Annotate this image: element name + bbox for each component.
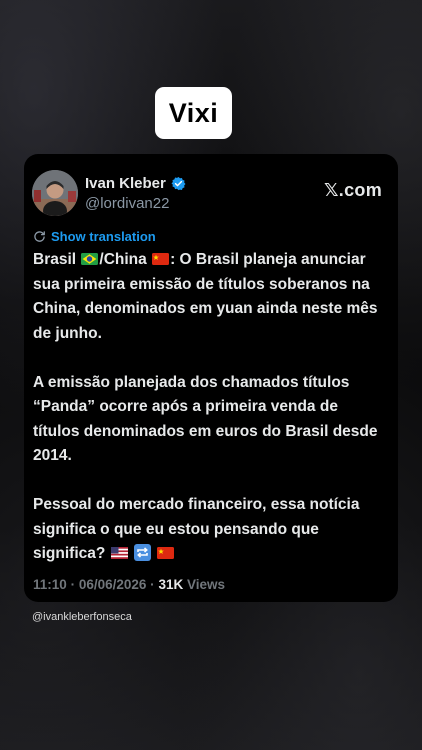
views-count: 31K: [158, 577, 184, 592]
meta-separator: ·: [150, 577, 155, 592]
source-label: 𝕏.com: [323, 180, 382, 200]
translate-icon: [34, 231, 45, 242]
avatar[interactable]: [32, 170, 78, 216]
tweet-paragraph-3: Pessoal do mercado financeiro, essa notí…: [33, 493, 388, 567]
tweet-text-part: Pessoal do mercado financeiro, essa notí…: [33, 496, 360, 562]
tweet-date[interactable]: 06/06/2026: [79, 577, 147, 592]
show-translation-link[interactable]: Show translation: [33, 229, 156, 244]
china-flag-icon: [152, 253, 170, 265]
vixi-badge-label: Vixi: [168, 97, 219, 128]
tweet-text: Brasil /China : O Brasil planeja anuncia…: [33, 248, 388, 567]
avatar-photo: [32, 170, 78, 216]
tweet-paragraph-1: Brasil /China : O Brasil planeja anuncia…: [33, 248, 388, 346]
tweet-time[interactable]: 11:10: [33, 577, 67, 592]
verified-icon: [171, 176, 186, 191]
watermark-handle: @ivankleberfonseca: [32, 611, 132, 623]
us-flag-icon: [110, 547, 128, 559]
tweet-meta: 11:10 · 06/06/2026 · 31K Views: [33, 577, 225, 592]
author-name[interactable]: Ivan Kleber: [85, 175, 166, 192]
views-label: Views: [186, 577, 225, 592]
meta-separator: ·: [70, 577, 76, 592]
tweet-text-part: /China: [99, 251, 147, 268]
repeat-emoji-icon: [133, 544, 151, 561]
show-translation-label: Show translation: [51, 229, 156, 244]
vixi-badge: Vixi: [155, 87, 232, 139]
tweet-text-part: Brasil: [33, 251, 77, 268]
tweet-paragraph-2: A emissão planejada dos chamados títulos…: [33, 373, 378, 465]
china-flag-icon: [157, 547, 175, 559]
tweet-card: Ivan Kleber @lordivan22 𝕏.com Show trans…: [24, 154, 398, 602]
author-handle[interactable]: @lordivan22: [85, 195, 169, 212]
brazil-flag-icon: [81, 253, 99, 265]
author-name-row: Ivan Kleber: [85, 175, 186, 192]
